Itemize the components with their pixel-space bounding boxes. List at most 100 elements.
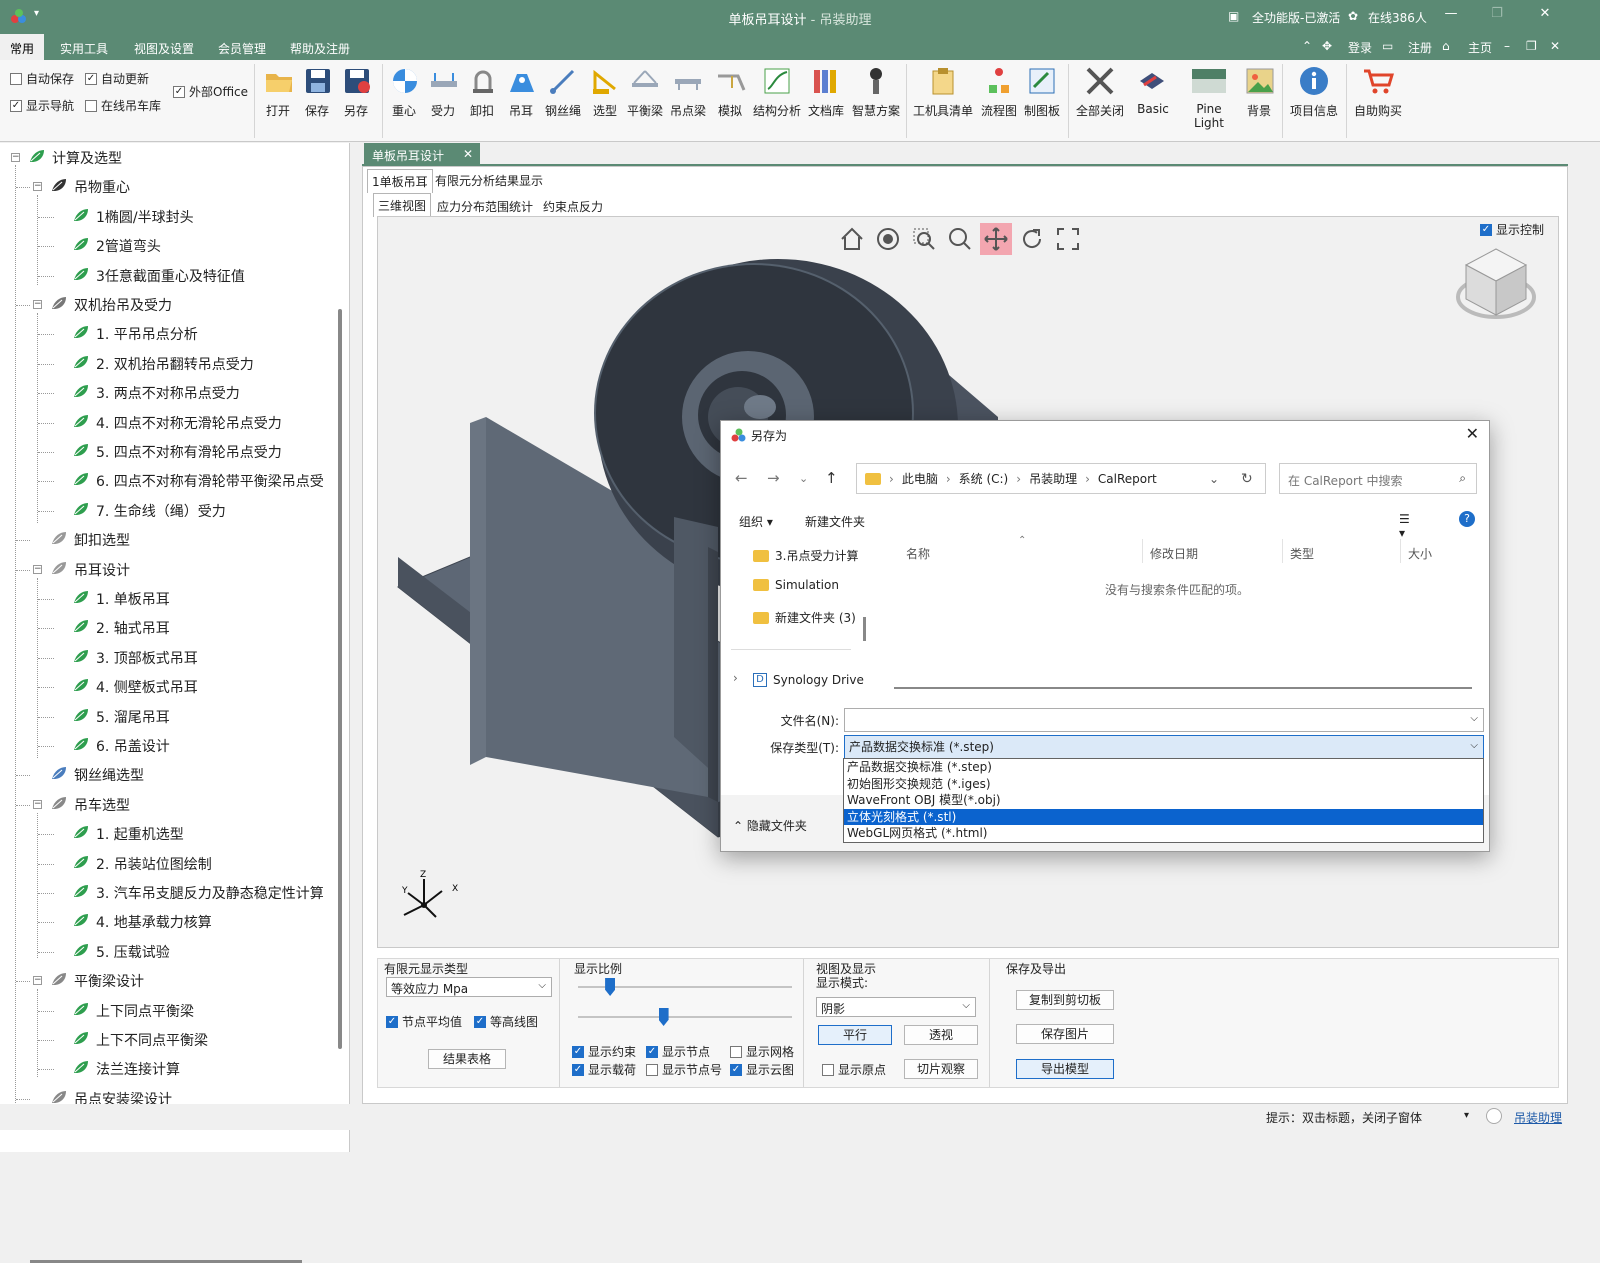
tree-item[interactable]: 上下不同点平衡梁 bbox=[72, 1030, 208, 1050]
open-button[interactable]: 打开 bbox=[262, 64, 294, 119]
tree-item[interactable]: 6. 吊盖设计 bbox=[72, 736, 170, 756]
filename-input[interactable]: ⌵ bbox=[844, 708, 1484, 732]
show-origin-checkbox[interactable]: 显示原点 bbox=[822, 1061, 886, 1078]
drawing-board-button[interactable]: 制图板 bbox=[1022, 64, 1062, 119]
menu-home[interactable]: 常用 bbox=[0, 34, 45, 60]
spreader-beam-button[interactable]: 平衡梁 bbox=[626, 64, 664, 119]
project-info-button[interactable]: 项目信息 bbox=[1288, 64, 1340, 119]
tree-item[interactable]: 2. 吊装站位图绘制 bbox=[72, 854, 212, 874]
scale-slider-1[interactable] bbox=[605, 978, 616, 996]
orbit-icon[interactable] bbox=[872, 223, 904, 255]
tree-expander[interactable]: − bbox=[33, 976, 42, 985]
tree-item[interactable]: 5. 溜尾吊耳 bbox=[72, 707, 170, 727]
tab-single-plate[interactable]: 1单板吊耳 bbox=[367, 169, 433, 193]
close-tab-icon[interactable]: ✕ bbox=[463, 147, 473, 161]
perspective-view-button[interactable]: 透视 bbox=[904, 1025, 978, 1045]
home-view-icon[interactable] bbox=[836, 223, 868, 255]
save-image-button[interactable]: 保存图片 bbox=[1016, 1024, 1114, 1044]
file-list-scrollbar[interactable] bbox=[894, 687, 1472, 689]
column-type[interactable]: 类型 bbox=[1290, 545, 1314, 562]
tree-expander[interactable]: − bbox=[11, 153, 20, 162]
tree-item[interactable]: 计算及选型 bbox=[28, 148, 122, 168]
shackle-button[interactable]: 卸扣 bbox=[466, 64, 498, 119]
slice-view-button[interactable]: 切片观察 bbox=[904, 1059, 978, 1079]
tree-item[interactable]: 双机抬吊及受力 bbox=[50, 295, 172, 315]
organize-button[interactable]: 组织 ▾ bbox=[739, 515, 773, 529]
online-crane-db-checkbox[interactable]: 在线吊车库 bbox=[85, 97, 161, 114]
show-control-checkbox[interactable]: ✓ 显示控制 bbox=[1479, 221, 1544, 238]
up-arrow-icon[interactable]: ↑ bbox=[825, 469, 838, 487]
menu-membership[interactable]: 会员管理 bbox=[218, 40, 266, 57]
hide-folders-toggle[interactable]: ⌃ 隐藏文件夹 bbox=[733, 817, 807, 834]
flowchart-button[interactable]: 流程图 bbox=[979, 64, 1019, 119]
tree-item[interactable]: 2管道弯头 bbox=[72, 236, 161, 256]
minimize-button[interactable]: — bbox=[1436, 6, 1466, 21]
structural-analysis-button[interactable]: 结构分析 bbox=[751, 64, 803, 119]
view-cube[interactable] bbox=[1452, 243, 1542, 325]
show-node-numbers-checkbox[interactable]: 显示节点号 bbox=[646, 1061, 722, 1078]
file-list[interactable]: 名称 ⌃ 修改日期 类型 大小 没有与搜索条件匹配的项。 bbox=[874, 535, 1480, 697]
tab-constraint-reactions[interactable]: 约束点反力 bbox=[539, 195, 607, 218]
status-app-link[interactable]: 吊装助理 bbox=[1514, 1109, 1562, 1126]
nav-item-synology[interactable]: D Synology Drive bbox=[753, 673, 864, 687]
show-loads-checkbox[interactable]: ✓ 显示载荷 bbox=[572, 1061, 636, 1078]
tab-fea-results[interactable]: 有限元分析结果显示 bbox=[431, 169, 547, 192]
smart-plan-button[interactable]: 智慧方案 bbox=[850, 64, 902, 119]
tab-stress-distribution[interactable]: 应力分布范围统计 bbox=[433, 195, 537, 218]
fit-all-icon[interactable] bbox=[1052, 223, 1084, 255]
tree-item[interactable]: 法兰连接计算 bbox=[72, 1059, 180, 1079]
zoom-window-icon[interactable] bbox=[908, 223, 940, 255]
tree-item[interactable]: 6. 四点不对称有滑轮带平衡梁吊点受 bbox=[72, 471, 324, 491]
node-average-checkbox[interactable]: ✓ 节点平均值 bbox=[386, 1013, 462, 1030]
show-cloud-map-checkbox[interactable]: ✓ 显示云图 bbox=[730, 1061, 794, 1078]
nav-item-folder[interactable]: 3.吊点受力计算 bbox=[753, 547, 858, 564]
address-dropdown-icon[interactable]: ⌄ bbox=[1209, 472, 1219, 486]
view-options-icon[interactable]: ☰ ▾ bbox=[1399, 512, 1410, 540]
tree-item[interactable]: 3任意截面重心及特征值 bbox=[72, 266, 245, 286]
nav-item-folder[interactable]: 新建文件夹 (3) bbox=[753, 609, 856, 626]
document-library-button[interactable]: 文档库 bbox=[806, 64, 846, 119]
show-constraints-checkbox[interactable]: ✓ 显示约束 bbox=[572, 1043, 636, 1060]
forward-arrow-icon[interactable]: → bbox=[767, 469, 780, 487]
dialog-close-button[interactable]: ✕ bbox=[1466, 424, 1479, 443]
copy-to-clipboard-button[interactable]: 复制到剪切板 bbox=[1016, 990, 1114, 1010]
search-input[interactable]: 在 CalReport 中搜索 ⌕ bbox=[1279, 463, 1477, 494]
mdi-minimize-button[interactable]: – bbox=[1504, 39, 1510, 53]
mdi-restore-button[interactable]: ❐ bbox=[1526, 39, 1537, 53]
contour-checkbox[interactable]: ✓ 等高线图 bbox=[474, 1013, 538, 1030]
tree-item[interactable]: 3. 顶部板式吊耳 bbox=[72, 648, 198, 668]
tree-item[interactable]: 2. 双机抬吊翻转吊点受力 bbox=[72, 354, 254, 374]
login-link[interactable]: 登录 bbox=[1348, 39, 1372, 56]
option-html[interactable]: WebGL网页格式 (*.html) bbox=[844, 825, 1483, 842]
nav-scrollbar[interactable] bbox=[863, 617, 866, 641]
save-as-button[interactable]: 另存 bbox=[340, 64, 372, 119]
maximize-button[interactable]: ❐ bbox=[1482, 6, 1512, 21]
lifting-beam-button[interactable]: 吊点梁 bbox=[669, 64, 707, 119]
column-name[interactable]: 名称 bbox=[906, 545, 930, 562]
tree-item[interactable]: 1椭圆/半球封头 bbox=[72, 207, 194, 227]
tree-item[interactable]: 钢丝绳选型 bbox=[50, 765, 144, 785]
rotate-icon[interactable] bbox=[1016, 223, 1048, 255]
breadcrumb-app-folder[interactable]: 吊装助理 bbox=[1029, 470, 1077, 487]
tree-item[interactable]: 5. 四点不对称有滑轮吊点受力 bbox=[72, 442, 282, 462]
help-icon[interactable]: ? bbox=[1459, 511, 1475, 527]
nav-item-folder[interactable]: Simulation bbox=[753, 578, 839, 592]
tree-item[interactable]: 上下同点平衡梁 bbox=[72, 1001, 194, 1021]
tree-item[interactable]: 5. 压载试验 bbox=[72, 942, 170, 962]
tree-item[interactable]: 3. 两点不对称吊点受力 bbox=[72, 383, 240, 403]
mdi-close-button[interactable]: ✕ bbox=[1550, 39, 1560, 53]
save-button[interactable]: 保存 bbox=[301, 64, 333, 119]
tree-expander[interactable]: − bbox=[33, 800, 42, 809]
breadcrumb-calreport[interactable]: CalReport bbox=[1098, 472, 1157, 486]
show-nav-checkbox[interactable]: ✓ 显示导航 bbox=[10, 97, 74, 114]
tree-expander[interactable]: − bbox=[33, 565, 42, 574]
recent-locations-icon[interactable]: ⌄ bbox=[799, 472, 808, 485]
lifting-lug-button[interactable]: 吊耳 bbox=[505, 64, 537, 119]
expand-chevron-icon[interactable]: › bbox=[733, 671, 738, 685]
scale-slider-2[interactable] bbox=[658, 1008, 669, 1026]
simulation-button[interactable]: 模拟 bbox=[714, 64, 746, 119]
collapse-ribbon-icon[interactable]: ⌃ bbox=[1302, 39, 1312, 53]
force-button[interactable]: 受力 bbox=[427, 64, 459, 119]
tree-item[interactable]: 1. 平吊吊点分析 bbox=[72, 324, 198, 344]
tree-item[interactable]: 1. 单板吊耳 bbox=[72, 589, 170, 609]
